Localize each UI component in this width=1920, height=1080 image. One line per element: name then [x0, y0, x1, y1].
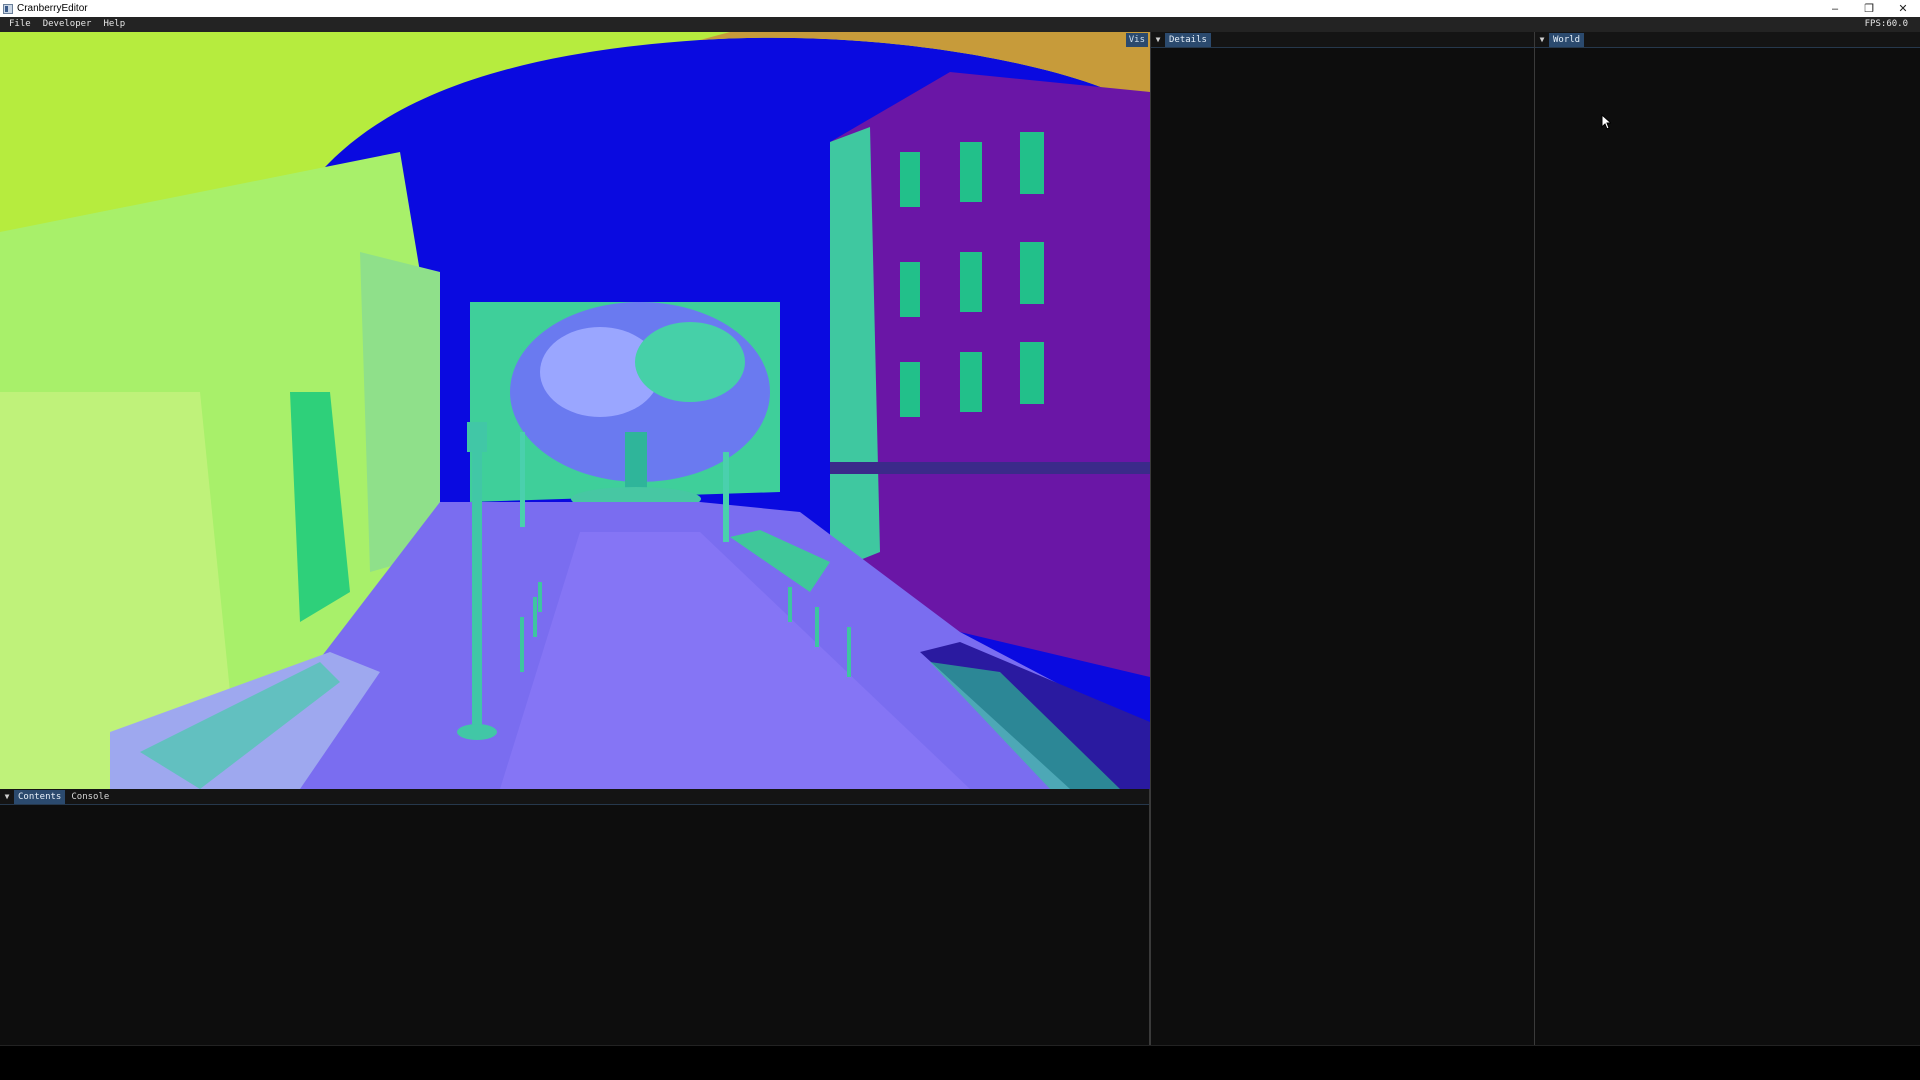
bottom-tabbar: ▼ Contents Console: [0, 789, 1149, 805]
tab-world[interactable]: World: [1549, 32, 1585, 47]
menu-file[interactable]: File: [0, 17, 37, 32]
window-controls: – ❐ ✕: [1818, 0, 1920, 17]
restore-icon[interactable]: ❐: [1852, 0, 1886, 17]
close-icon[interactable]: ✕: [1886, 0, 1920, 17]
menu-bar: File Developer Help FPS:60.0: [0, 17, 1920, 32]
vis-tab[interactable]: Vis: [1125, 33, 1148, 47]
scene-render: [0, 32, 1150, 789]
menu-help[interactable]: Help: [97, 17, 131, 32]
minimize-icon[interactable]: –: [1818, 0, 1852, 17]
tab-console[interactable]: Console: [67, 790, 113, 804]
menu-developer[interactable]: Developer: [37, 17, 98, 32]
world-tabbar: ▼ World: [1535, 32, 1920, 48]
mouse-cursor-icon: [1601, 114, 1611, 130]
fps-counter: FPS:60.0: [1864, 19, 1908, 29]
collapse-arrow-icon[interactable]: ▼: [1535, 32, 1549, 48]
scene-viewport[interactable]: Vis: [0, 32, 1150, 789]
details-tabbar: ▼ Details: [1151, 32, 1534, 48]
collapse-arrow-icon[interactable]: ▼: [0, 789, 14, 805]
details-panel: ▼ Details: [1150, 32, 1535, 1045]
app-icon: [3, 3, 13, 14]
world-panel: ▼ World: [1535, 32, 1920, 1045]
collapse-arrow-icon[interactable]: ▼: [1151, 32, 1165, 48]
tab-contents[interactable]: Contents: [14, 789, 66, 804]
window-title-bar: CranberryEditor – ❐ ✕: [0, 0, 1920, 17]
status-strip: [0, 1045, 1920, 1080]
bottom-panel: ▼ Contents Console: [0, 789, 1150, 1045]
window-title: CranberryEditor: [17, 3, 88, 14]
tab-details[interactable]: Details: [1165, 32, 1211, 47]
